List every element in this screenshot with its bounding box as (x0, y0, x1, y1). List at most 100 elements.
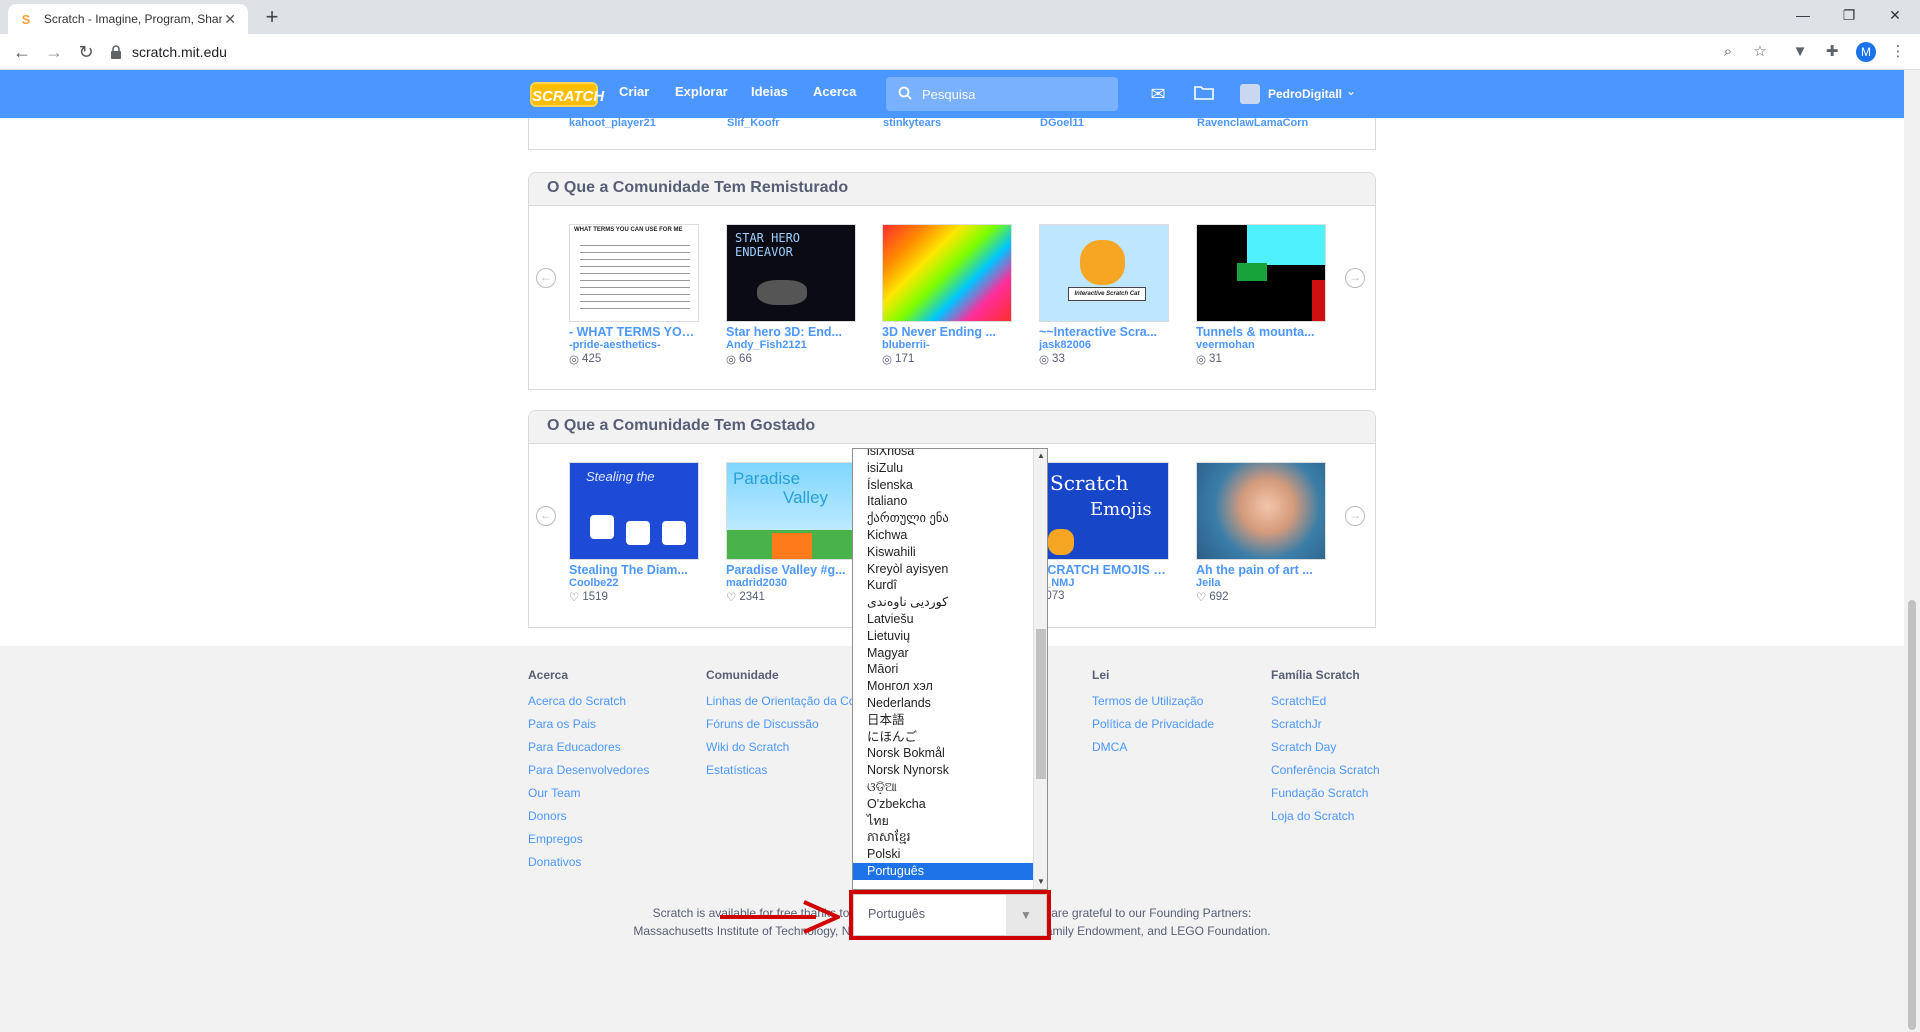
project-title[interactable]: Star hero 3D: End... (726, 325, 856, 339)
scratch-logo[interactable]: SCRATCH (530, 82, 604, 107)
minimize-icon[interactable]: — (1780, 0, 1826, 30)
language-option[interactable]: Italiano (853, 493, 1047, 510)
language-option[interactable]: Kurdî (853, 577, 1047, 594)
language-options-list[interactable]: isiXhosa isiZulu Íslenska Italiano ქართული ე… (852, 448, 1048, 890)
carousel-prev-icon[interactable]: ← (536, 268, 556, 288)
reload-icon[interactable]: ↻ (74, 40, 98, 64)
project-card[interactable]: Scratch Emojis SCRATCH EMOJIS ||... 5_NM… (1039, 462, 1169, 602)
language-option[interactable]: Монгол хэл (853, 678, 1047, 695)
project-thumbnail[interactable]: STAR HERO ENDEAVOR (726, 224, 856, 322)
extension-icon[interactable]: ▼ (1790, 42, 1810, 62)
language-list-scrollbar[interactable]: ▲ ▼ (1033, 449, 1047, 889)
project-author[interactable]: veermohan (1196, 339, 1326, 351)
chevron-down-icon[interactable]: ⌄ (1346, 84, 1356, 98)
project-author[interactable]: bluberrii- (882, 339, 1012, 351)
language-option[interactable]: ქართული ენა (853, 510, 1047, 527)
language-option[interactable]: Norsk Nynorsk (853, 762, 1047, 779)
project-author[interactable]: stinkytears (883, 118, 941, 129)
carousel-next-icon[interactable]: → (1345, 268, 1365, 288)
project-author[interactable]: -pride-aesthetics- (569, 339, 699, 351)
project-card[interactable]: 3D Never Ending ... bluberrii- ◎ 171 (882, 224, 1012, 366)
project-author[interactable]: DGoel11 (1040, 118, 1084, 129)
footer-link[interactable]: ScratchJr (1271, 717, 1380, 731)
language-option[interactable]: Norsk Bokmål (853, 745, 1047, 762)
footer-link[interactable]: Donativos (528, 855, 649, 869)
footer-link[interactable]: Para os Pais (528, 717, 649, 731)
project-title[interactable]: Tunnels & mounta... (1196, 325, 1326, 339)
nav-link-ideias[interactable]: Ideias (751, 84, 788, 99)
avatar[interactable] (1240, 84, 1260, 104)
footer-link[interactable]: Linhas de Orientação da Co (706, 694, 855, 708)
search-input[interactable] (922, 86, 1102, 102)
project-thumbnail[interactable]: Interactive Scratch Cat (1039, 224, 1169, 322)
profile-avatar[interactable]: M (1856, 42, 1876, 62)
footer-link[interactable]: Para Desenvolvedores (528, 763, 649, 777)
project-author[interactable]: jask82006 (1039, 339, 1169, 351)
project-thumbnail[interactable]: Stealing the (569, 462, 699, 560)
project-card[interactable]: Tunnels & mounta... veermohan ◎ 31 (1196, 224, 1326, 366)
scroll-up-icon[interactable]: ▲ (1034, 449, 1047, 463)
footer-link[interactable]: ScratchEd (1271, 694, 1380, 708)
footer-link[interactable]: DMCA (1092, 740, 1214, 754)
project-author[interactable]: Coolbe22 (569, 577, 699, 589)
project-author[interactable]: RavenclawLamaCorn (1197, 118, 1308, 129)
language-option[interactable]: Magyar (853, 645, 1047, 662)
language-option[interactable]: にほんご (853, 729, 1047, 746)
project-author[interactable]: Slif_Koofr (727, 118, 780, 129)
project-card[interactable]: Paradise Valley Paradise Valley #g... ma… (726, 462, 856, 604)
language-option[interactable]: ଓଡ଼ିଆ (853, 779, 1047, 796)
url-field[interactable]: scratch.mit.edu (110, 39, 1790, 65)
project-title[interactable]: ~~Interactive Scra... (1039, 325, 1169, 339)
footer-link[interactable]: Fóruns de Discussão (706, 717, 855, 731)
project-author[interactable]: Andy_Fish2121 (726, 339, 856, 351)
project-title[interactable]: 3D Never Ending ... (882, 325, 1012, 339)
new-tab-button[interactable]: + (260, 6, 284, 30)
language-option[interactable]: Lietuvių (853, 628, 1047, 645)
back-icon[interactable]: ← (10, 40, 34, 64)
footer-link[interactable]: Acerca do Scratch (528, 694, 649, 708)
footer-link[interactable]: Fundação Scratch (1271, 786, 1380, 800)
footer-link[interactable]: Our Team (528, 786, 649, 800)
project-author[interactable]: madrid2030 (726, 577, 856, 589)
language-option[interactable]: Kichwa (853, 527, 1047, 544)
forward-icon[interactable]: → (42, 40, 66, 64)
nav-link-acerca[interactable]: Acerca (813, 84, 856, 99)
my-stuff-folder-icon[interactable] (1193, 84, 1215, 104)
project-title[interactable]: Stealing The Diam... (569, 563, 699, 577)
project-thumbnail[interactable] (1196, 224, 1326, 322)
language-option[interactable]: O'zbekcha (853, 796, 1047, 813)
language-option[interactable]: isiZulu (853, 460, 1047, 477)
project-author[interactable]: kahoot_player21 (569, 118, 656, 129)
footer-link[interactable]: Empregos (528, 832, 649, 846)
carousel-prev-icon[interactable]: ← (536, 506, 556, 526)
language-option[interactable]: Kreyòl ayisyen (853, 561, 1047, 578)
language-option[interactable]: Latviešu (853, 611, 1047, 628)
language-option[interactable]: Kiswahili (853, 544, 1047, 561)
footer-link[interactable]: Scratch Day (1271, 740, 1380, 754)
page-scrollbar[interactable] (1904, 70, 1920, 1032)
restore-icon[interactable]: ❐ (1826, 0, 1872, 30)
zoom-icon[interactable]: ⌕ (1718, 42, 1738, 62)
project-card[interactable]: Stealing the Stealing The Diam... Coolbe… (569, 462, 699, 604)
project-thumbnail[interactable]: Paradise Valley (726, 462, 856, 560)
language-option[interactable]: Polski (853, 846, 1047, 863)
project-card[interactable]: WHAT TERMS YOU CAN USE FOR ME - WHAT TER… (569, 224, 699, 366)
project-title[interactable]: Ah the pain of art ... (1196, 563, 1326, 577)
footer-link[interactable]: Estatísticas (706, 763, 855, 777)
project-card[interactable]: Interactive Scratch Cat ~~Interactive Sc… (1039, 224, 1169, 366)
scroll-down-icon[interactable]: ▼ (1034, 875, 1047, 889)
browser-tab[interactable]: S Scratch - Imagine, Program, Share ✕ (8, 4, 248, 34)
project-thumbnail[interactable]: Scratch Emojis (1039, 462, 1169, 560)
footer-link[interactable]: Conferência Scratch (1271, 763, 1380, 777)
scrollbar-thumb[interactable] (1908, 600, 1916, 1030)
project-author[interactable]: 5_NMJ (1039, 577, 1169, 589)
nav-link-explorar[interactable]: Explorar (675, 84, 728, 99)
footer-link[interactable]: Loja do Scratch (1271, 809, 1380, 823)
language-option[interactable]: Português (853, 862, 1047, 880)
project-thumbnail[interactable]: WHAT TERMS YOU CAN USE FOR ME (569, 224, 699, 322)
carousel-next-icon[interactable]: → (1345, 506, 1365, 526)
username[interactable]: PedroDigitall (1268, 87, 1342, 101)
puzzle-icon[interactable]: ✚ (1822, 42, 1842, 62)
language-option[interactable]: Nederlands (853, 695, 1047, 712)
footer-link[interactable]: Para Educadores (528, 740, 649, 754)
